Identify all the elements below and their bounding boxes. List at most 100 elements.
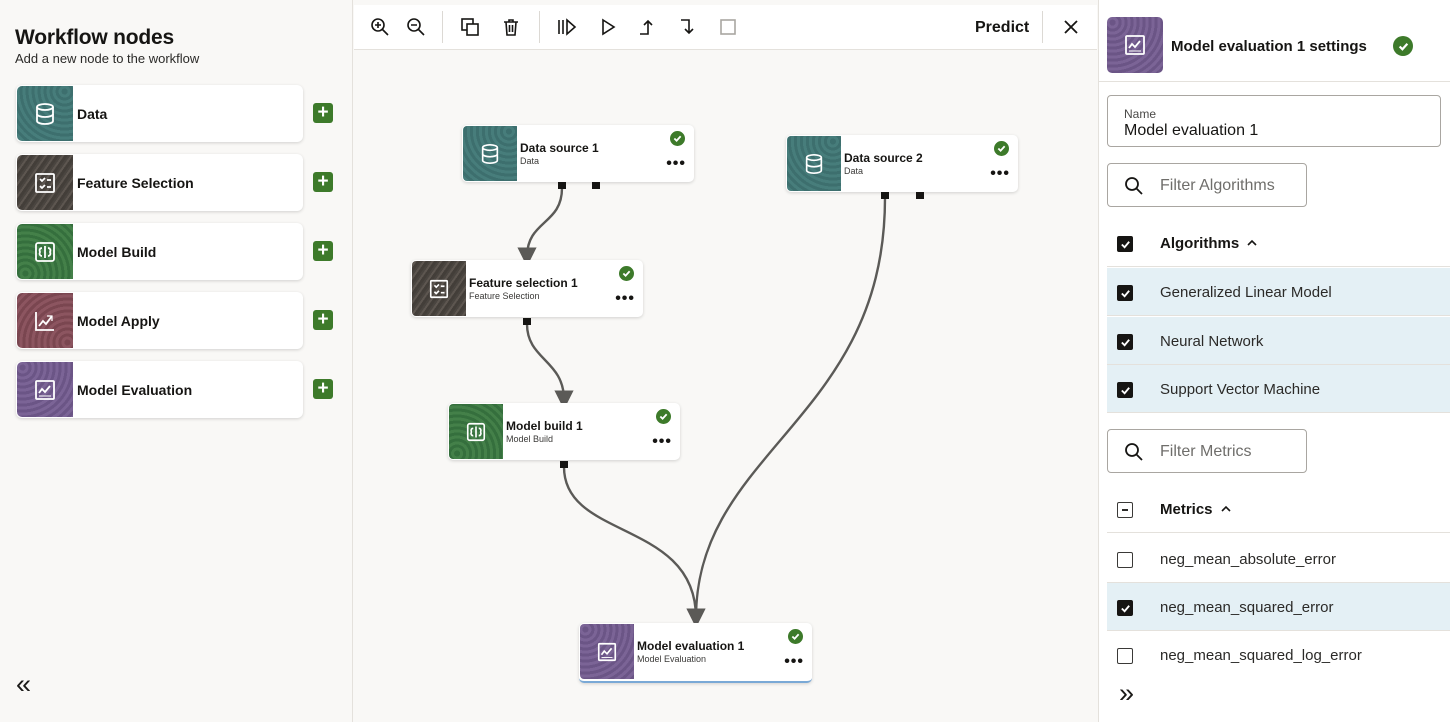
algorithm-row[interactable]: Support Vector Machine [1107, 365, 1450, 413]
checkbox[interactable] [1117, 382, 1133, 398]
metrics-header-label: Metrics [1160, 501, 1231, 518]
chevron-up-icon [1247, 239, 1257, 246]
divider [1099, 81, 1450, 82]
success-check-icon [656, 409, 671, 424]
metrics-header[interactable]: Metrics [1107, 485, 1450, 533]
metric-row[interactable]: neg_mean_squared_error [1107, 583, 1450, 631]
evaluation-icon [1107, 17, 1163, 73]
evaluation-icon [580, 624, 634, 679]
output-port[interactable] [560, 461, 568, 468]
success-check-icon [619, 266, 634, 281]
node-title: Feature selection 1 [469, 276, 578, 290]
palette-item-model-build[interactable]: Model Build [16, 223, 303, 280]
filter-algorithms-input[interactable]: Filter Algorithms [1107, 163, 1307, 207]
output-port[interactable] [523, 318, 531, 325]
node-subtitle: Data [520, 156, 540, 166]
palette-item-data[interactable]: Data [16, 85, 303, 142]
plus-icon[interactable]: + [313, 310, 333, 330]
connector-feature-build [525, 323, 574, 410]
palette-item-feature-selection[interactable]: Feature Selection [16, 154, 303, 211]
palette-item-label: Model Build [77, 244, 157, 260]
plus-icon[interactable]: + [313, 379, 333, 399]
node-menu-button[interactable]: ••• [652, 434, 672, 450]
node-feature-selection-1[interactable]: Feature selection 1 Feature Selection ••… [411, 260, 643, 317]
metric-row[interactable]: neg_mean_squared_log_error [1107, 631, 1450, 679]
workflow-canvas[interactable]: Predict Data source 1 Data ••• Data sour… [354, 0, 1097, 722]
checklist-icon [412, 261, 466, 316]
node-title: Data source 2 [844, 151, 923, 165]
node-model-evaluation-1[interactable]: Model evaluation 1 Model Evaluation ••• [579, 623, 812, 683]
checkbox-metrics-indeterminate[interactable] [1117, 502, 1133, 518]
node-palette: Workflow nodes Add a new node to the wor… [0, 0, 353, 722]
palette-item-model-apply[interactable]: Model Apply [16, 292, 303, 349]
chevron-up-icon [1220, 505, 1231, 512]
checkbox[interactable] [1117, 334, 1133, 350]
output-port[interactable] [592, 182, 600, 189]
database-icon [787, 136, 841, 191]
connector-data1-feature [517, 187, 564, 267]
search-icon [1125, 443, 1143, 461]
metric-row[interactable]: neg_mean_absolute_error [1107, 535, 1450, 583]
output-port[interactable] [916, 192, 924, 199]
metric-label: neg_mean_squared_error [1160, 599, 1334, 616]
success-check-icon [1393, 36, 1413, 56]
success-check-icon [788, 629, 803, 644]
collapse-settings-button[interactable]: » [1119, 680, 1134, 707]
connector-build-eval [562, 466, 706, 628]
filter-algorithms-placeholder: Filter Algorithms [1160, 177, 1275, 194]
node-title: Data source 1 [520, 141, 599, 155]
node-model-build-1[interactable]: Model build 1 Model Build ••• [448, 403, 680, 460]
checklist-icon [17, 155, 73, 210]
database-icon [463, 126, 517, 181]
node-data-source-1[interactable]: Data source 1 Data ••• [462, 125, 694, 182]
success-check-icon [994, 141, 1009, 156]
evaluation-icon [17, 362, 73, 417]
node-menu-button[interactable]: ••• [666, 156, 686, 172]
metric-label: neg_mean_squared_log_error [1160, 647, 1362, 664]
search-icon [1125, 177, 1143, 195]
algorithm-label: Neural Network [1160, 333, 1264, 350]
workflow-connectors [517, 187, 887, 628]
name-field-value: Model evaluation 1 [1124, 122, 1259, 139]
checkbox[interactable] [1117, 552, 1133, 568]
brain-icon [17, 224, 73, 279]
checkbox[interactable] [1117, 285, 1133, 301]
output-port[interactable] [558, 182, 566, 189]
node-subtitle: Data [844, 166, 864, 176]
node-title: Model evaluation 1 [637, 639, 745, 653]
algorithm-row[interactable]: Generalized Linear Model [1107, 268, 1450, 316]
node-menu-button[interactable]: ••• [784, 654, 804, 670]
database-icon [17, 86, 73, 141]
checkbox-algorithms-all[interactable] [1117, 236, 1133, 252]
palette-item-label: Data [77, 106, 108, 122]
algorithm-label: Support Vector Machine [1160, 381, 1321, 398]
algorithms-header[interactable]: Algorithms [1107, 219, 1450, 267]
node-data-source-2[interactable]: Data source 2 Data ••• [786, 135, 1018, 192]
node-subtitle: Model Build [506, 434, 554, 444]
checkbox[interactable] [1117, 648, 1133, 664]
algorithm-label: Generalized Linear Model [1160, 284, 1332, 301]
settings-title: Model evaluation 1 settings [1171, 38, 1367, 55]
filter-metrics-input[interactable]: Filter Metrics [1107, 429, 1307, 473]
palette-item-label: Feature Selection [77, 175, 194, 191]
name-field[interactable]: Name Model evaluation 1 [1107, 95, 1441, 147]
output-port[interactable] [881, 192, 889, 199]
palette-item-model-evaluation[interactable]: Model Evaluation [16, 361, 303, 418]
algorithm-row[interactable]: Neural Network [1107, 317, 1450, 365]
plus-icon[interactable]: + [313, 103, 333, 123]
palette-subtitle: Add a new node to the workflow [15, 51, 200, 66]
palette-item-label: Model Apply [77, 313, 160, 329]
node-title: Model build 1 [506, 419, 583, 433]
plus-icon[interactable]: + [313, 172, 333, 192]
connector-data2-eval [686, 197, 887, 628]
metric-label: neg_mean_absolute_error [1160, 551, 1336, 568]
success-check-icon [670, 131, 685, 146]
checkbox[interactable] [1117, 600, 1133, 616]
node-menu-button[interactable]: ••• [990, 166, 1010, 182]
node-subtitle: Model Evaluation [637, 654, 707, 664]
palette-title: Workflow nodes [15, 26, 174, 49]
brain-icon [449, 404, 503, 459]
collapse-palette-button[interactable]: « [16, 671, 31, 698]
plus-icon[interactable]: + [313, 241, 333, 261]
node-menu-button[interactable]: ••• [615, 291, 635, 307]
